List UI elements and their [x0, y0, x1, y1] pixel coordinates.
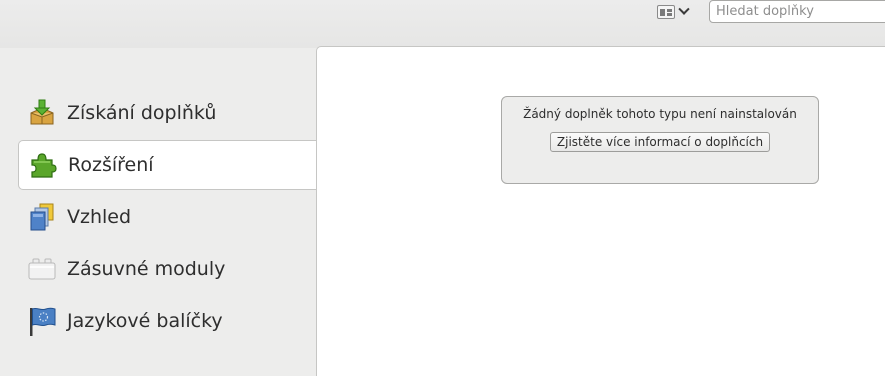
sidebar-item-plugins[interactable]: Zásuvné moduly: [18, 244, 317, 294]
category-sidebar: Získání doplňků Rozšíření Vzhled Zásuvné…: [0, 48, 317, 363]
sidebar-item-label: Rozšíření: [68, 154, 154, 176]
sidebar-item-language-packs[interactable]: Jazykové balíčky: [18, 296, 317, 346]
view-options-button[interactable]: [657, 2, 699, 22]
empty-notice: Žádný doplněk tohoto typu není nainstalo…: [501, 96, 819, 184]
toolbar: [0, 0, 885, 48]
plugin-brick-icon: [26, 253, 58, 285]
sidebar-item-appearance[interactable]: Vzhled: [18, 192, 317, 242]
chevron-down-icon: [678, 3, 690, 15]
sidebar-item-label: Vzhled: [67, 206, 132, 228]
sidebar-item-label: Získání doplňků: [67, 102, 217, 124]
view-grid-icon: [657, 5, 675, 19]
learn-more-button[interactable]: Zjistěte více informací o doplňcích: [549, 132, 771, 152]
sidebar-item-label: Jazykové balíčky: [67, 310, 223, 332]
main-content-panel: Žádný doplněk tohoto typu není nainstalo…: [316, 46, 885, 376]
puzzle-piece-icon: [27, 149, 59, 181]
search-input[interactable]: [709, 0, 885, 23]
sidebar-item-extensions[interactable]: Rozšíření: [18, 140, 317, 190]
flag-icon: [26, 305, 58, 337]
empty-message: Žádný doplněk tohoto typu není nainstalo…: [523, 107, 797, 121]
sidebar-item-get-addons[interactable]: Získání doplňků: [18, 88, 317, 138]
get-addons-icon: [26, 97, 58, 129]
appearance-icon: [26, 201, 58, 233]
sidebar-item-label: Zásuvné moduly: [67, 258, 226, 280]
